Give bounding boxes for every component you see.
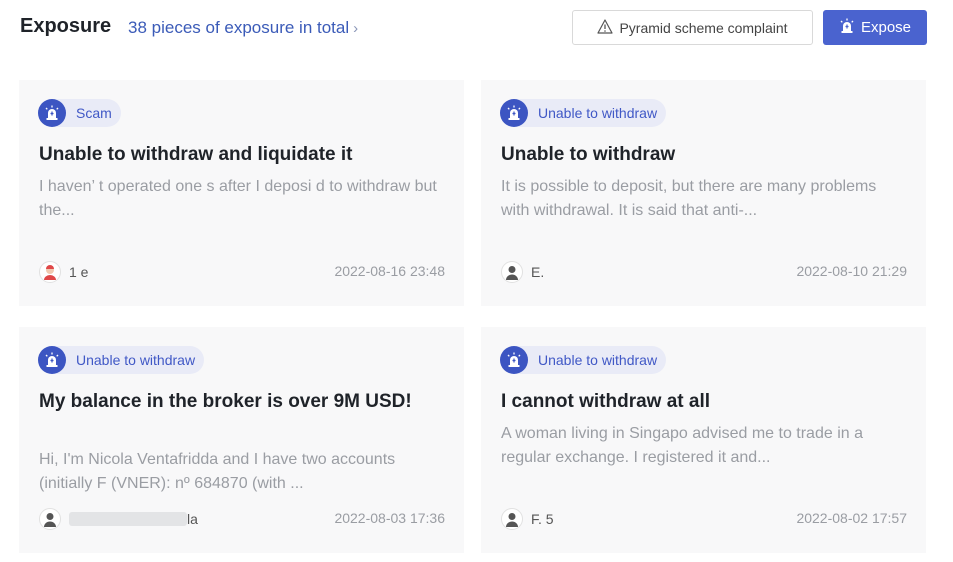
card-excerpt: Hi, I'm Nicola Ventafridda and I have tw… [39,451,396,492]
chevron-right-icon: › [353,20,359,37]
post-date: 2022-08-02 17:57 [796,510,907,526]
user-avatar-icon [39,508,61,530]
alarm-light-icon [839,18,855,38]
category-tag: Unable to withdraw [500,99,667,127]
card-title[interactable]: My balance in the broker is over 9M USD! [39,388,444,415]
author: E. [501,261,544,283]
post-date: 2022-08-16 23:48 [334,263,445,279]
pyramid-complaint-button[interactable]: Pyramid scheme complaint [572,10,813,45]
exposure-card[interactable]: Scam Unable to withdraw and liquidate it… [19,80,464,306]
card-title[interactable]: I cannot withdraw at all [501,388,906,415]
category-tag: Unable to withdraw [38,346,205,374]
card-excerpt: A woman living in Singapo advised me to … [501,425,863,466]
post-date: 2022-08-10 21:29 [796,263,907,279]
user-avatar-red-icon [39,261,61,283]
category-label: Unable to withdraw [76,352,196,368]
alarm-light-icon [38,99,66,127]
category-tag: Unable to withdraw [500,346,667,374]
card-excerpt: It is possible to deposit, but there are… [501,178,877,219]
category-label: Unable to withdraw [538,105,658,121]
category-tag: Scam [38,99,121,127]
warning-icon [597,18,614,37]
author-name: 1 e [69,264,89,280]
author: F. 5 [501,508,554,530]
author-name: la [187,511,198,527]
page-title: Exposure [20,15,112,37]
user-avatar-icon [501,261,523,283]
card-excerpt: I haven’ t operated one s after I deposi… [39,178,437,219]
alarm-light-icon [38,346,66,374]
total-exposure-link[interactable]: 38 pieces of exposure in total › [128,18,358,38]
expose-label: Expose [860,19,912,36]
category-label: Scam [76,105,112,121]
post-date: 2022-08-03 17:36 [334,510,445,526]
card-title[interactable]: Unable to withdraw and liquidate it [39,141,444,168]
author-name: E. [531,264,545,280]
exposure-card[interactable]: Unable to withdraw My balance in the bro… [19,327,464,553]
total-exposure-label: 38 pieces of exposure in total [128,18,350,37]
author: 1 e [39,261,88,283]
page-header: Exposure 38 pieces of exposure in total ›… [0,0,953,60]
expose-button[interactable]: Expose [823,10,927,45]
pyramid-complaint-label: Pyramid scheme complaint [619,19,788,36]
author: la [39,508,198,530]
exposure-card[interactable]: Unable to withdraw Unable to withdraw It… [481,80,926,306]
category-label: Unable to withdraw [538,352,658,368]
alarm-light-icon [500,99,528,127]
author-name: F. 5 [531,511,554,527]
card-title[interactable]: Unable to withdraw [501,141,906,168]
exposure-card[interactable]: Unable to withdraw I cannot withdraw at … [481,327,926,553]
user-avatar-icon [501,508,523,530]
alarm-light-icon [500,346,528,374]
redacted-name [69,512,187,526]
